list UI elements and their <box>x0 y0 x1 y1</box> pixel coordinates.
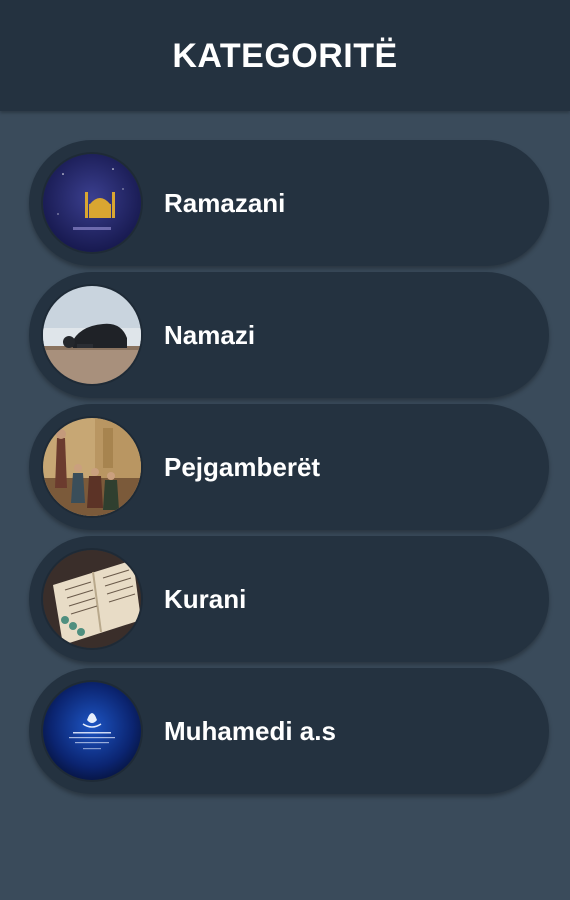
category-item-muhamedi[interactable]: Muhamedi a.s <box>29 668 549 794</box>
prayer-prostration-image <box>43 286 141 384</box>
quran-book-image <box>43 550 141 648</box>
category-item-pejgamberet[interactable]: Pejgamberët <box>29 404 549 530</box>
mosque-crescent-image <box>43 154 141 252</box>
page-title: KATEGORITË <box>172 37 398 75</box>
category-label: Namazi <box>164 319 256 350</box>
category-label: Muhamedi a.s <box>164 715 336 746</box>
app-header: KATEGORITË <box>0 0 570 111</box>
prophets-painting-image <box>43 418 141 516</box>
category-item-ramazani[interactable]: Ramazani <box>29 140 549 266</box>
category-label: Kurani <box>164 583 247 614</box>
category-label: Pejgamberët <box>164 451 321 482</box>
category-label: Ramazani <box>164 187 286 218</box>
category-item-namazi[interactable]: Namazi <box>29 272 549 398</box>
calligraphy-emblem-image <box>43 682 141 780</box>
category-item-kurani[interactable]: Kurani <box>29 536 549 662</box>
